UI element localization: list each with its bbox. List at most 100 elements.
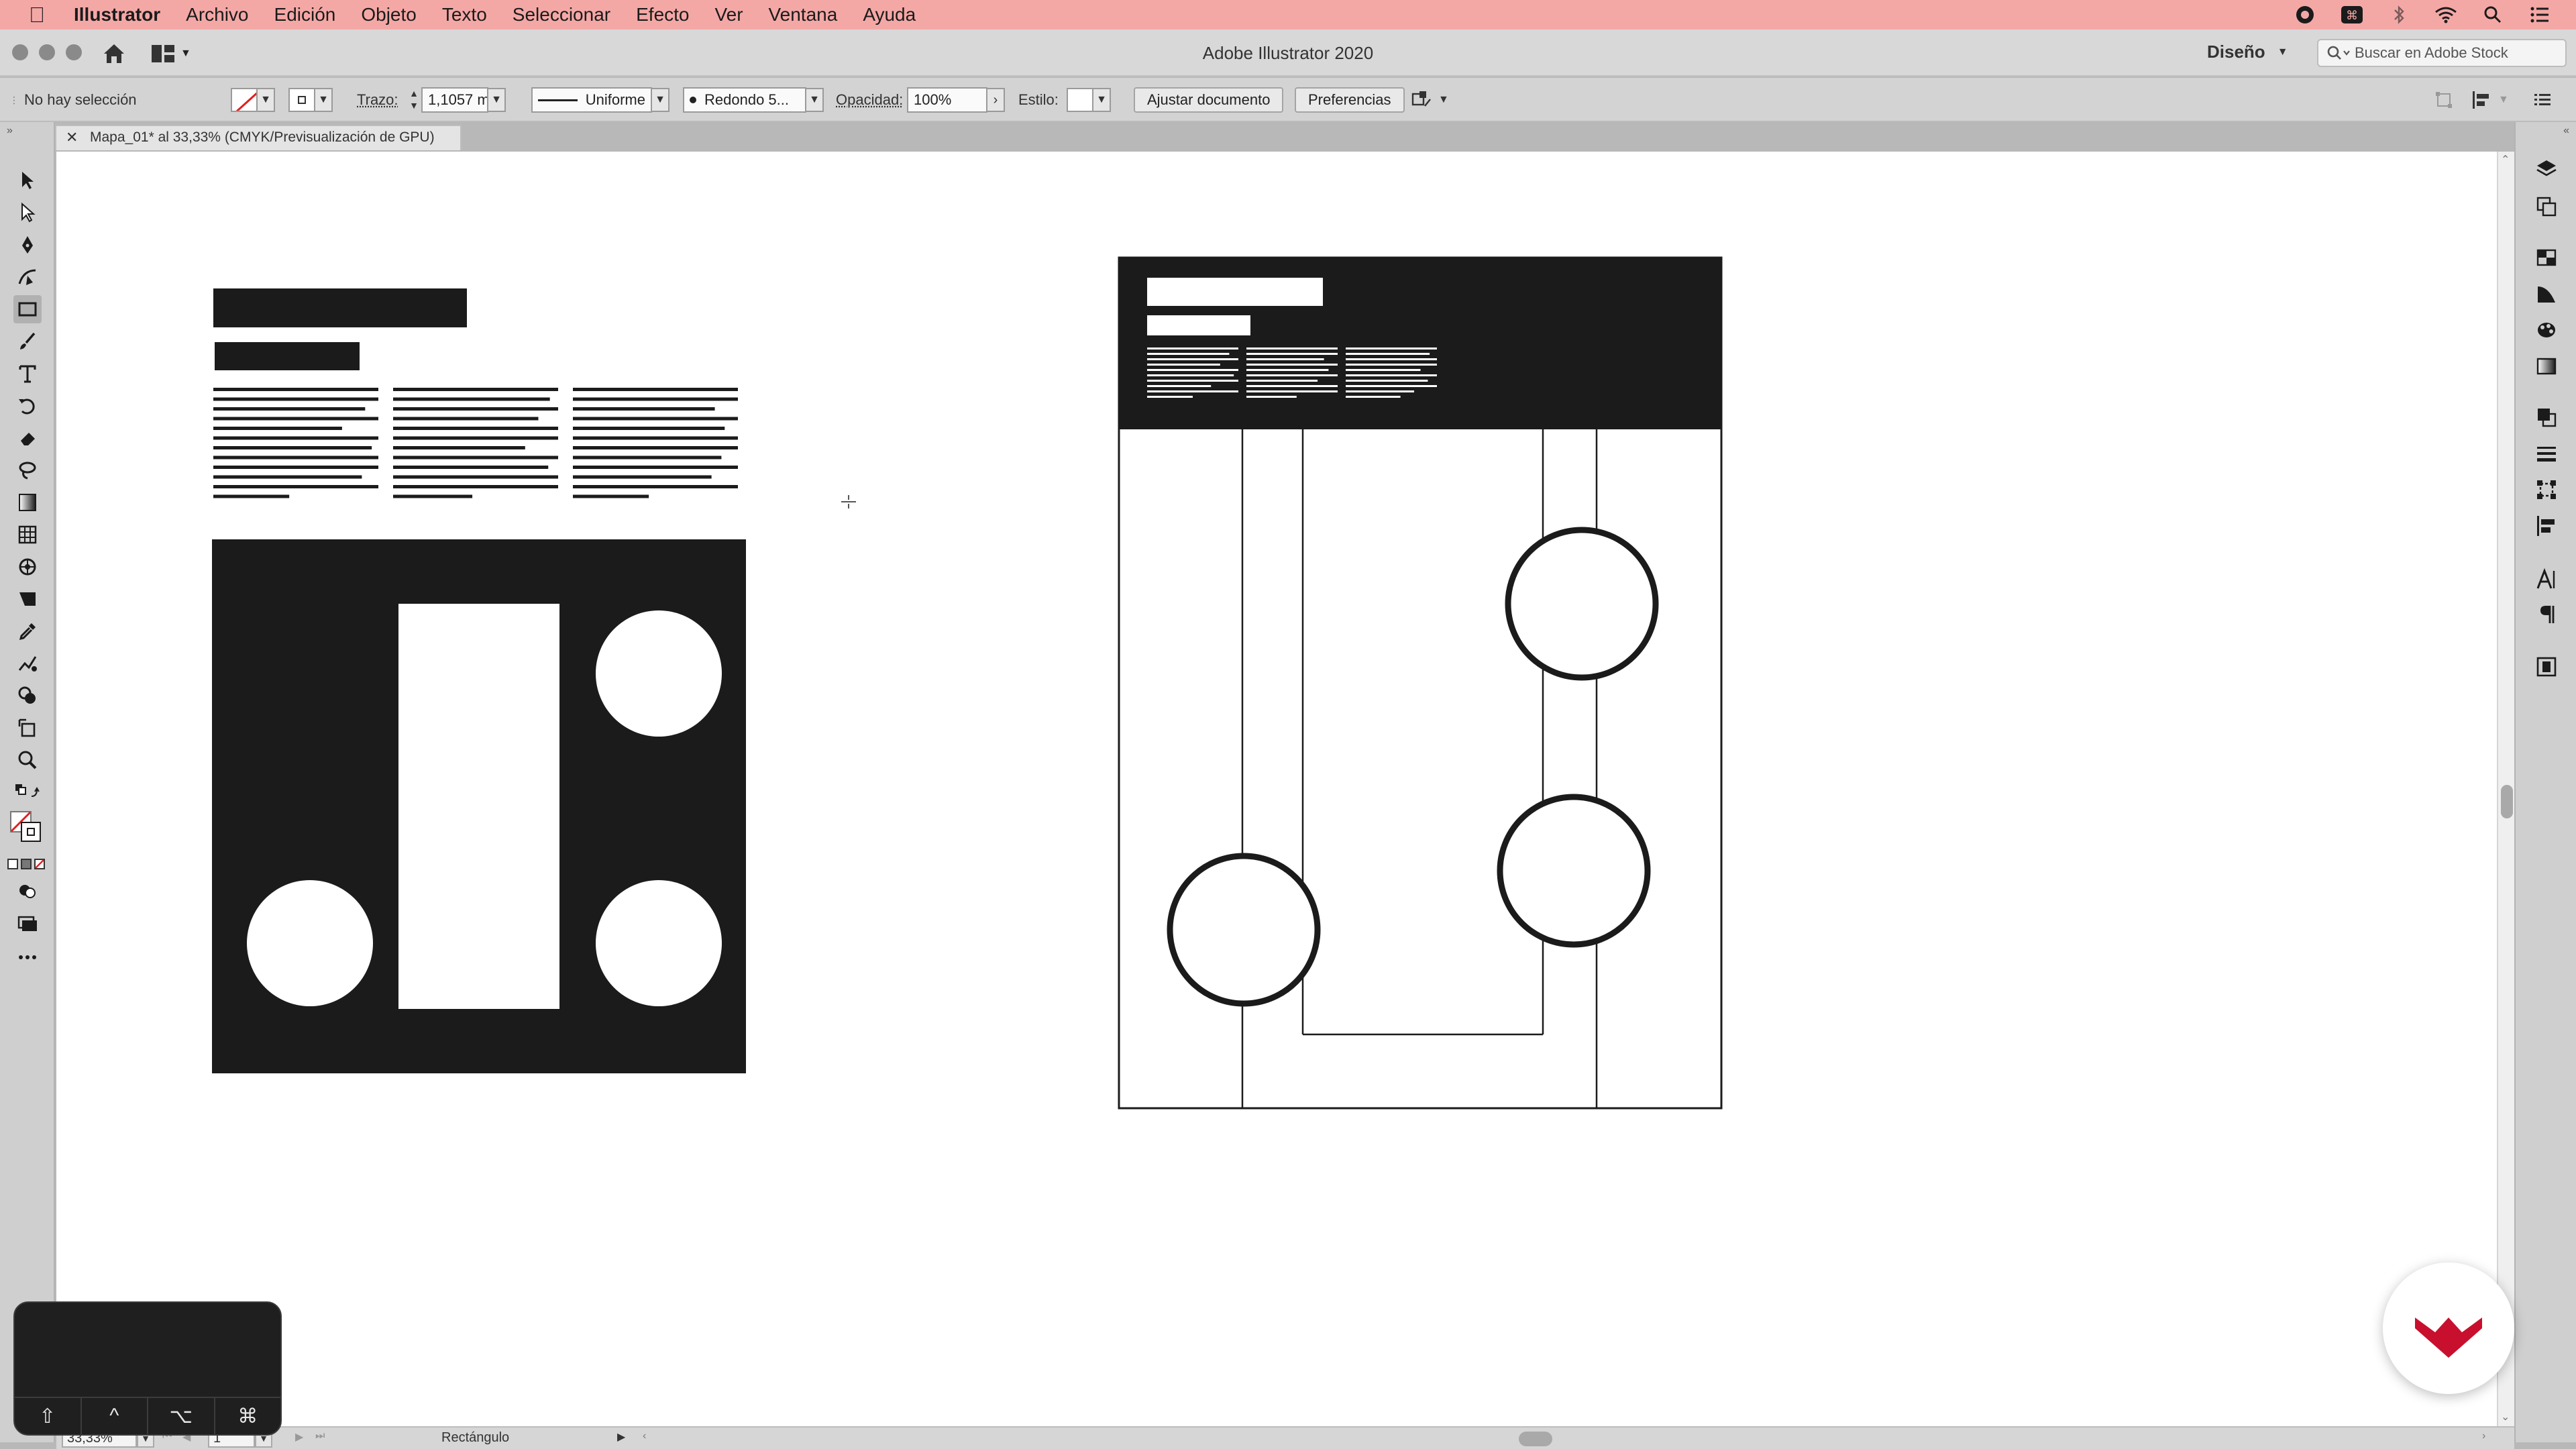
menu-ayuda[interactable]: Ayuda	[863, 4, 916, 25]
preferences-button[interactable]: Preferencias	[1295, 87, 1405, 113]
map-road-block[interactable]	[398, 604, 559, 1009]
rotate-tool-icon[interactable]	[13, 392, 42, 420]
color-mode-buttons[interactable]	[7, 851, 47, 879]
chevron-down-icon[interactable]: ▼	[1093, 88, 1111, 112]
pen-tool-icon[interactable]	[13, 231, 42, 259]
scroll-up-icon[interactable]: ⌃	[2501, 153, 2510, 166]
symbols-panel-icon[interactable]	[2532, 315, 2561, 345]
layers-panel-icon[interactable]	[2532, 154, 2561, 184]
zoom-tool-icon[interactable]	[13, 746, 42, 774]
fill-stroke-swatches[interactable]	[9, 810, 43, 844]
opacity-field[interactable]: 100%	[907, 87, 987, 113]
vertical-scroll-thumb[interactable]	[2501, 785, 2513, 818]
stroke-profile-select[interactable]: Uniforme ▼	[531, 87, 669, 113]
opacity-control[interactable]: 100% ›	[907, 87, 1005, 113]
left-layout-group[interactable]	[212, 288, 746, 1073]
chevron-down-icon[interactable]: ▼	[806, 88, 824, 112]
stroke-panel-icon[interactable]	[2532, 439, 2561, 468]
poster-subtitle-bar[interactable]	[1147, 315, 1250, 335]
notification-center-icon[interactable]	[2528, 5, 2552, 25]
brushes-panel-icon[interactable]	[2532, 279, 2561, 309]
map-circle[interactable]	[247, 880, 373, 1006]
lasso-tool-icon[interactable]	[13, 456, 42, 484]
selection-tool-icon[interactable]	[13, 166, 42, 195]
paintbrush-tool-icon[interactable]	[13, 327, 42, 356]
chevron-right-icon[interactable]: ›	[987, 88, 1005, 112]
swatches-panel-icon[interactable]	[2532, 243, 2561, 272]
panel-menu-icon[interactable]	[2533, 87, 2552, 113]
type-tool-icon[interactable]	[13, 360, 42, 388]
menu-seleccionar[interactable]: Seleccionar	[513, 4, 610, 25]
body-text-columns[interactable]	[213, 388, 738, 498]
chevron-down-icon[interactable]: ▼	[315, 88, 333, 112]
cc-libraries-panel-icon[interactable]	[2532, 652, 2561, 682]
draw-mode-icon[interactable]	[13, 877, 42, 906]
stroke-weight-field[interactable]: 1,1057 m	[421, 87, 488, 113]
headline-bar[interactable]	[213, 288, 467, 327]
bluetooth-icon[interactable]	[2387, 5, 2411, 25]
poster-circle[interactable]	[1497, 794, 1651, 948]
swap-fill-stroke-icon[interactable]	[13, 778, 42, 806]
menu-edicion[interactable]: Edición	[274, 4, 336, 25]
shape-builder-tool-icon[interactable]	[13, 682, 42, 710]
character-panel-icon[interactable]	[2532, 565, 2561, 594]
menu-efecto[interactable]: Efecto	[636, 4, 689, 25]
stroke-label[interactable]: Trazo:	[357, 91, 398, 109]
transform-icon[interactable]	[2434, 87, 2454, 113]
map-circle[interactable]	[596, 880, 722, 1006]
command-key-icon[interactable]: ⌘	[2340, 5, 2364, 25]
collapse-dock-icon[interactable]: «	[2563, 125, 2569, 137]
menu-ver[interactable]: Ver	[715, 4, 743, 25]
gradient-tool-icon[interactable]	[13, 488, 42, 517]
map-circle[interactable]	[596, 610, 722, 737]
record-icon[interactable]	[2293, 5, 2317, 25]
wifi-icon[interactable]	[2434, 5, 2458, 25]
fill-color-control[interactable]: ▼	[231, 87, 275, 113]
graphic-style-control[interactable]: ▼	[1067, 87, 1111, 113]
vertical-scrollbar[interactable]: ⌃ ⌄	[2497, 152, 2514, 1426]
screen-mode-icon[interactable]	[13, 910, 42, 938]
chevron-down-icon[interactable]: ▼	[652, 88, 669, 112]
align-panel-dock-icon[interactable]	[2532, 511, 2561, 541]
symbol-sprayer-tool-icon[interactable]	[13, 553, 42, 581]
stroke-swatch[interactable]	[288, 88, 315, 112]
artboards-panel-icon[interactable]	[2532, 192, 2561, 221]
stroke-color-control[interactable]: ▼	[288, 87, 333, 113]
fill-swatch[interactable]	[231, 88, 258, 112]
poster-title-bar[interactable]	[1147, 278, 1323, 306]
menu-archivo[interactable]: Archivo	[186, 4, 248, 25]
artboard-tool-icon[interactable]	[13, 714, 42, 742]
collapse-panel-icon[interactable]: »	[7, 125, 13, 137]
next-artboard-icon[interactable]: ▶	[295, 1430, 303, 1444]
document-tab[interactable]: ✕ Mapa_01* al 33,33% (CMYK/Previsualizac…	[55, 125, 462, 150]
last-artboard-icon[interactable]: ⏭	[315, 1430, 325, 1442]
rectangle-tool-icon[interactable]	[13, 295, 42, 323]
brush-definition-select[interactable]: Redondo 5... ▼	[683, 87, 824, 113]
right-poster-group[interactable]	[1118, 256, 1723, 1110]
artboard-canvas[interactable]	[56, 152, 2498, 1426]
stock-search-input[interactable]: Buscar en Adobe Stock	[2317, 39, 2567, 67]
horizontal-scroll-thumb[interactable]	[1519, 1432, 1552, 1446]
poster-circle[interactable]	[1505, 527, 1659, 681]
more-tools-icon[interactable]	[13, 943, 42, 971]
mesh-tool-icon[interactable]	[13, 521, 42, 549]
align-panel-icon[interactable]: ▼	[2471, 87, 2509, 113]
graph-tool-icon[interactable]	[13, 585, 42, 613]
arrange-menu[interactable]: ▼	[1411, 87, 1449, 113]
opacity-label[interactable]: Opacidad:	[836, 91, 903, 109]
blend-tool-icon[interactable]	[13, 649, 42, 678]
pathfinder-panel-icon[interactable]	[2532, 402, 2561, 432]
graphic-style-swatch[interactable]	[1067, 88, 1093, 112]
scroll-down-icon[interactable]: ⌄	[2501, 1410, 2510, 1424]
eraser-tool-icon[interactable]	[13, 424, 42, 452]
scroll-left-icon[interactable]: ‹	[643, 1430, 646, 1442]
transform-panel-icon[interactable]	[2532, 475, 2561, 504]
status-menu-icon[interactable]: ▶	[617, 1430, 625, 1444]
eyedropper-tool-icon[interactable]	[13, 617, 42, 645]
menu-objeto[interactable]: Objeto	[361, 4, 417, 25]
menu-app[interactable]: Illustrator	[74, 4, 160, 25]
subheadline-bar[interactable]	[215, 342, 360, 370]
workspace-switcher[interactable]: Diseño ▼	[2207, 42, 2288, 62]
menu-ventana[interactable]: Ventana	[769, 4, 838, 25]
direct-selection-tool-icon[interactable]	[13, 199, 42, 227]
